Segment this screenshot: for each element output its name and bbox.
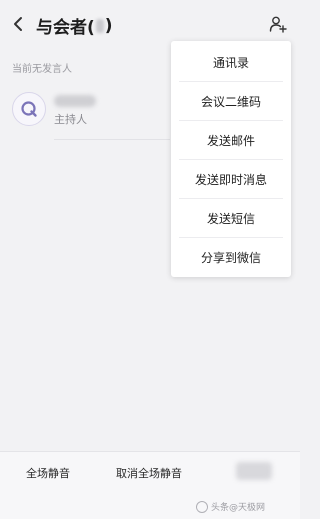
menu-item-label: 发送邮件 <box>206 134 255 148</box>
menu-item-send-email[interactable]: 发送邮件 <box>171 121 291 160</box>
menu-item-contacts[interactable]: 通讯录 <box>171 43 291 82</box>
avatar <box>12 92 46 126</box>
add-user-button[interactable] <box>266 12 290 36</box>
page-title-close: ) <box>104 15 113 36</box>
menu-item-send-instant-message[interactable]: 发送即时消息 <box>171 160 291 199</box>
menu-item-label: 分享到微信 <box>200 251 261 265</box>
watermark: 头条@天极网 <box>196 500 265 513</box>
divider <box>54 139 170 140</box>
menu-item-share-wechat[interactable]: 分享到微信 <box>171 238 291 277</box>
participant-role: 主持人 <box>54 113 87 126</box>
mute-all-button[interactable]: 全场静音 <box>26 465 70 481</box>
menu-item-label: 发送即时消息 <box>194 173 267 187</box>
page-title: 与会者() <box>36 13 113 39</box>
menu-item-send-sms[interactable]: 发送短信 <box>171 199 291 238</box>
speaker-status: 当前无发言人 <box>12 64 72 75</box>
participant-row[interactable]: 主持人 <box>0 88 170 140</box>
more-options-menu: 通讯录 会议二维码 发送邮件 发送即时消息 发送短信 分享到微信 <box>171 41 291 277</box>
unmute-all-button[interactable]: 取消全场静音 <box>116 465 182 481</box>
chevron-left-icon <box>14 17 22 31</box>
menu-item-label: 会议二维码 <box>200 95 261 109</box>
watermark-logo-icon <box>196 500 208 513</box>
participant-name-blurred <box>54 95 96 107</box>
watermark-text: 头条@天极网 <box>211 503 266 513</box>
menu-item-label: 通讯录 <box>212 56 249 70</box>
app-screen: 与会者() 当前无发言人 主持人 通讯录 会议二维码 发送邮件 发送即时消息 发… <box>0 0 300 519</box>
participant-count-blurred <box>95 18 104 33</box>
q-avatar-icon <box>21 101 37 117</box>
menu-item-meeting-qr-code[interactable]: 会议二维码 <box>171 82 291 121</box>
back-button[interactable] <box>6 12 30 36</box>
menu-item-label: 发送短信 <box>206 212 255 226</box>
page-title-text: 与会者( <box>36 18 95 38</box>
more-button-blurred[interactable] <box>236 462 272 480</box>
add-user-icon <box>269 16 287 33</box>
